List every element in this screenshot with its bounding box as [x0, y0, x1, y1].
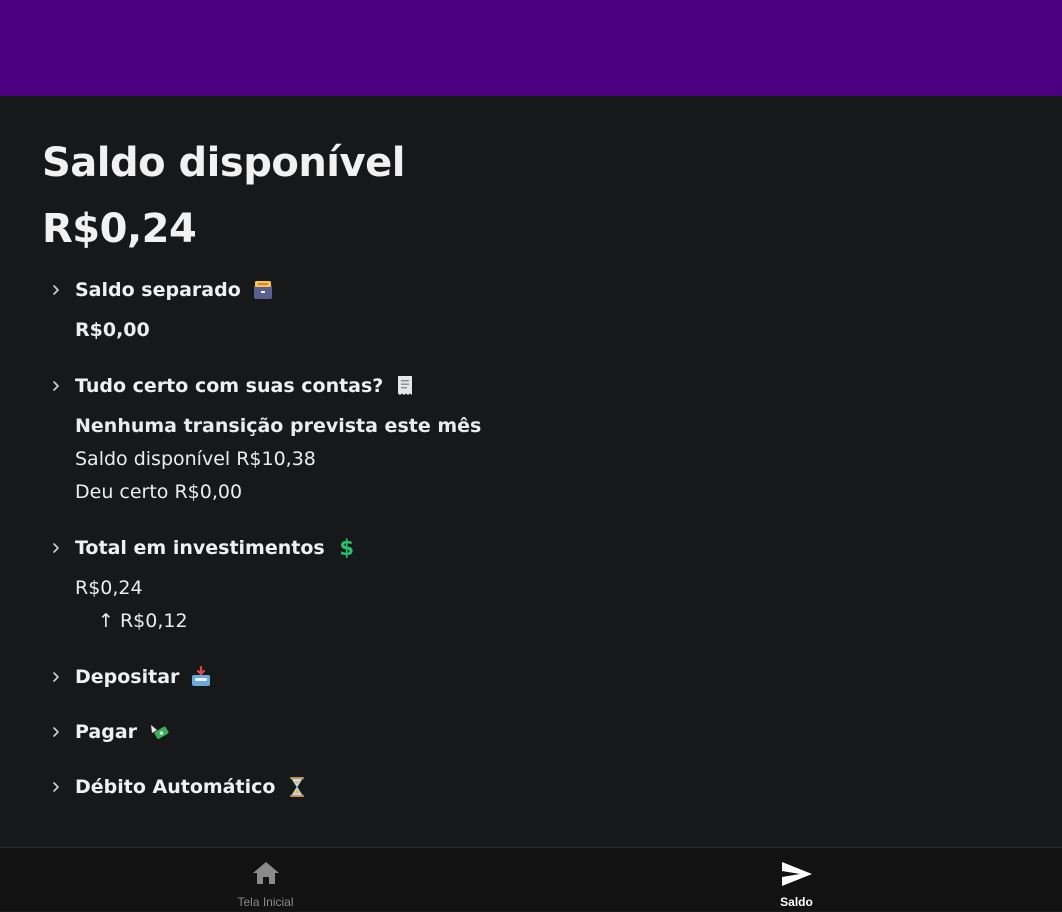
hourglass-icon [285, 775, 309, 799]
section-investimentos[interactable]: Total em investimentos $ [46, 534, 359, 562]
money-with-wings-icon [147, 720, 171, 744]
main-content: Saldo disponível R$0,24 Saldo separado R… [0, 96, 1062, 847]
chevron-right-icon [46, 376, 66, 396]
chevron-right-icon [46, 722, 66, 742]
receipt-icon [393, 374, 417, 398]
section-title: Saldo separado [75, 279, 241, 301]
contas-saldo-disponivel: Saldo disponível R$10,38 [75, 448, 316, 470]
bottom-navigation: Tela Inicial Saldo [0, 847, 1062, 911]
section-saldo-separado[interactable]: Saldo separado [46, 276, 275, 304]
saldo-separado-value: R$0,00 [75, 319, 150, 341]
section-title: Pagar [75, 721, 138, 743]
dollar-sign-icon: $ [339, 536, 355, 560]
chevron-right-icon [46, 280, 66, 300]
file-cabinet-icon [251, 278, 275, 302]
section-pagar[interactable]: Pagar [46, 718, 171, 746]
section-contas[interactable]: Tudo certo com suas contas? [46, 372, 417, 400]
investimentos-value: R$0,24 [75, 577, 143, 599]
contas-deu-certo: Deu certo R$0,00 [75, 481, 243, 503]
chevron-right-icon [46, 538, 66, 558]
nav-item-tela-inicial[interactable]: Tela Inicial [0, 848, 531, 912]
page-title: Saldo disponível [42, 140, 405, 186]
contas-headline: Nenhuma transição prevista este mês [75, 415, 482, 437]
chevron-right-icon [46, 777, 66, 797]
investimentos-change: ↑ R$0,12 [98, 610, 188, 632]
section-title: Total em investimentos [75, 537, 325, 559]
chevron-right-icon [46, 667, 66, 687]
send-icon [780, 860, 814, 892]
section-title: Débito Automático [75, 776, 276, 798]
home-icon [251, 860, 281, 890]
nav-item-saldo[interactable]: Saldo [531, 848, 1062, 912]
app-header-bar [0, 0, 1062, 96]
section-debito-automatico[interactable]: Débito Automático [46, 773, 309, 801]
section-title: Depositar [75, 666, 180, 688]
inbox-tray-icon [189, 665, 213, 689]
nav-label: Saldo [780, 895, 813, 909]
nav-label: Tela Inicial [237, 895, 294, 909]
section-title: Tudo certo com suas contas? [75, 375, 384, 397]
available-balance: R$0,24 [42, 206, 197, 252]
section-depositar[interactable]: Depositar [46, 663, 213, 691]
